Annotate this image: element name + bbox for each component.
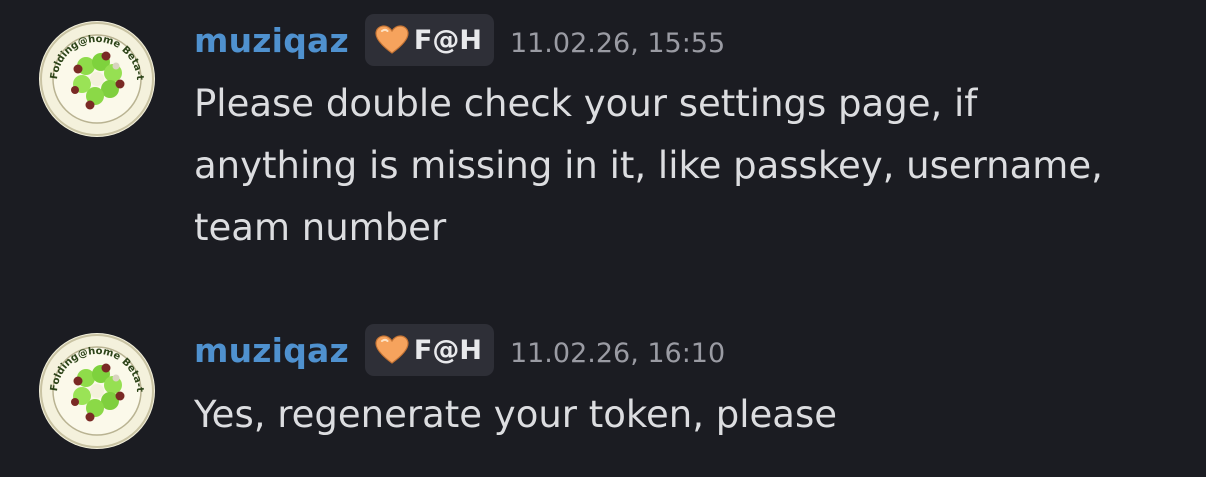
- message-line: anything is missing in it, like passkey,…: [194, 144, 1103, 187]
- message-header: muziqaz F@H 11.02.26, 16:10: [194, 322, 725, 378]
- timestamp[interactable]: 11.02.26, 15:55: [510, 30, 725, 57]
- server-tag[interactable]: F@H: [364, 14, 494, 66]
- folding-at-home-badge-icon: Folding@home Beta-tester: [38, 20, 155, 137]
- avatar[interactable]: Folding@home Beta-tester: [38, 332, 156, 450]
- username[interactable]: muziqaz: [194, 24, 349, 57]
- orange-heart-icon: [375, 25, 409, 55]
- message-line: Please double check your settings page, …: [194, 82, 978, 125]
- folding-at-home-badge-icon: Folding@home Beta-tester: [38, 332, 155, 449]
- tag-label: F@H: [413, 334, 482, 366]
- chat-message: Folding@home Beta-tester muziqaz: [0, 300, 1206, 477]
- message-line: team number: [194, 206, 447, 249]
- orange-heart-icon: [375, 335, 409, 365]
- message-line: Yes, regenerate your token, please: [194, 393, 837, 436]
- server-tag[interactable]: F@H: [364, 324, 494, 376]
- tag-label: F@H: [413, 24, 482, 56]
- message-header: muziqaz F@H 11.02.26, 15:55: [194, 12, 725, 68]
- chat-message: Folding@home Beta-tester muziqaz: [0, 0, 1206, 300]
- timestamp[interactable]: 11.02.26, 16:10: [510, 340, 725, 367]
- message-content: Please double check your settings page, …: [194, 73, 1184, 259]
- avatar[interactable]: Folding@home Beta-tester: [38, 20, 156, 138]
- username[interactable]: muziqaz: [194, 334, 349, 367]
- message-content: Yes, regenerate your token, please: [194, 384, 1184, 446]
